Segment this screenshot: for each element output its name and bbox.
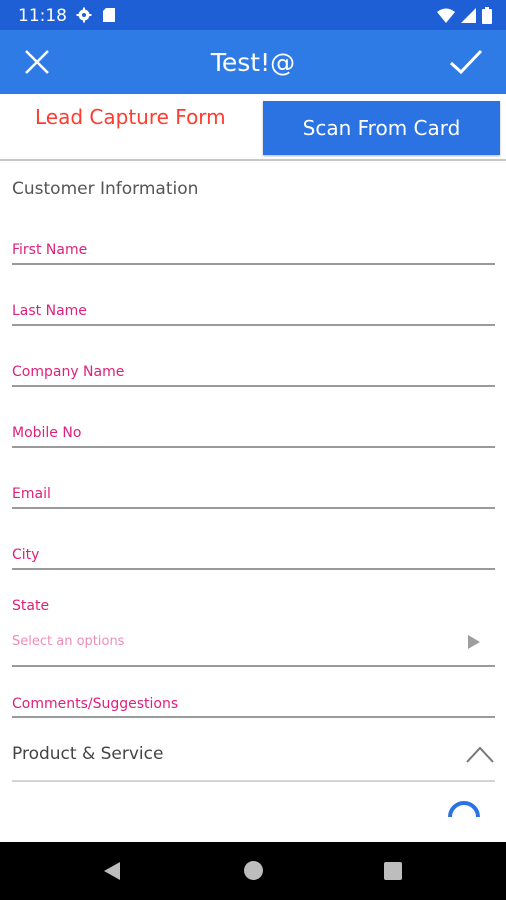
email-field[interactable]: Email [12,486,495,512]
state-label: State [12,598,50,614]
system-nav-bar [0,842,506,900]
status-bar: 11:18 [0,0,506,30]
product-service-section[interactable]: Product & Service [12,744,495,782]
back-icon[interactable] [103,861,121,881]
check-icon[interactable] [448,47,484,77]
section-divider [12,780,495,782]
state-placeholder: Select an options [12,634,125,649]
signal-icon [461,8,476,23]
sd-card-icon [103,8,115,22]
scan-from-card-button[interactable]: Scan From Card [263,101,500,155]
comments-field[interactable]: Comments/Suggestions [12,696,495,722]
recents-icon[interactable] [384,862,402,880]
field-underline [12,263,495,265]
field-label: Company Name [12,364,125,380]
field-underline [12,507,495,509]
form-title: Lead Capture Form [35,105,226,129]
field-label: Comments/Suggestions [12,696,179,712]
app-bar: Test!@ [0,30,506,94]
product-service-label: Product & Service [12,744,164,764]
field-label: First Name [12,242,88,258]
form-header: Lead Capture Form Scan From Card [0,94,506,161]
field-underline [12,446,495,448]
home-icon[interactable] [244,861,263,880]
chevron-up-icon[interactable] [465,744,495,764]
page-title: Test!@ [210,48,296,77]
field-label: Last Name [12,303,87,319]
field-underline [12,568,495,570]
gear-icon [76,7,92,23]
loading-spinner-icon [448,801,480,818]
city-field[interactable]: City [12,547,495,573]
wifi-icon [437,8,455,23]
last-name-field[interactable]: Last Name [12,303,495,329]
field-label: Email [12,486,51,502]
first-name-field[interactable]: First Name [12,242,495,268]
company-name-field[interactable]: Company Name [12,364,495,390]
status-time: 11:18 [18,6,67,26]
battery-icon [482,7,492,24]
field-label: Mobile No [12,425,82,441]
field-underline [12,385,495,387]
mobile-no-field[interactable]: Mobile No [12,425,495,451]
field-underline [12,665,495,667]
field-underline [12,716,495,718]
field-underline [12,324,495,326]
dropdown-arrow-icon[interactable] [467,634,481,650]
field-label: City [12,547,40,563]
state-dropdown[interactable]: State Select an options [12,598,495,670]
section-title: Customer Information [12,179,199,199]
